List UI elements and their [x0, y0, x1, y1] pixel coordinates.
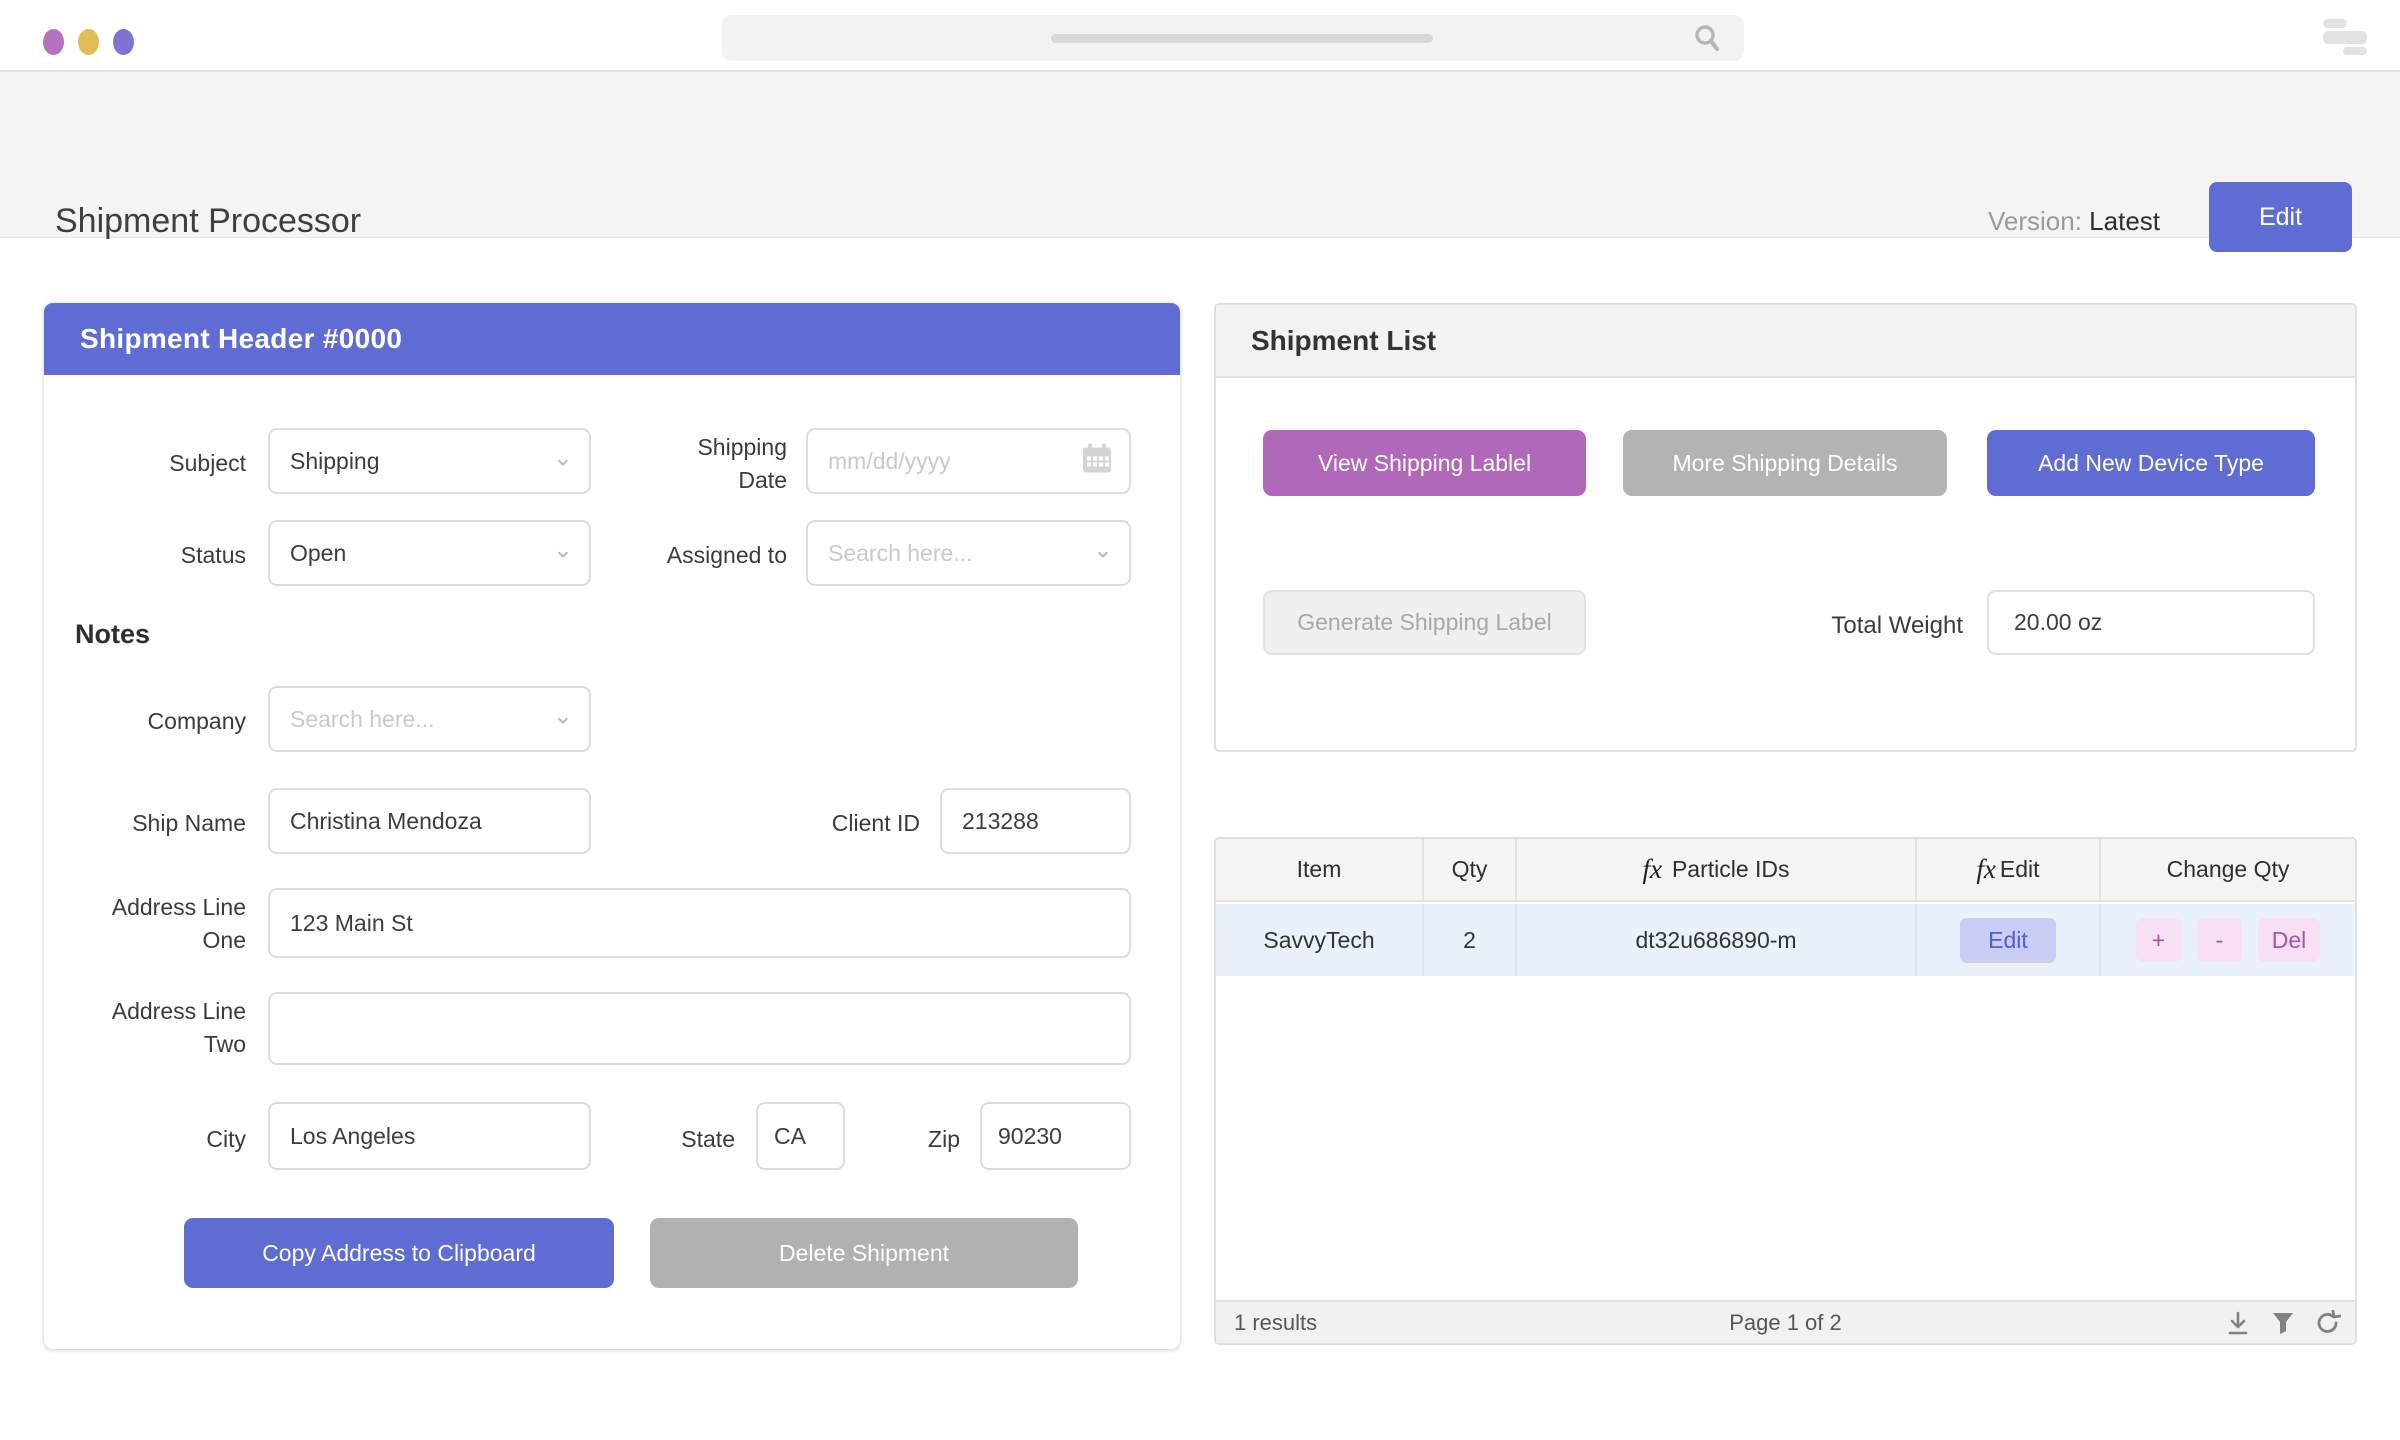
- status-label: Status: [181, 539, 246, 572]
- shipment-list-panel: Shipment List View Shipping Lablel More …: [1214, 303, 2357, 752]
- ship-name-label: Ship Name: [132, 807, 246, 840]
- calendar-icon[interactable]: [1079, 441, 1115, 482]
- subject-label: Subject: [169, 447, 246, 480]
- version-value: Latest: [2089, 206, 2160, 236]
- total-weight-label: Total Weight: [1831, 609, 1963, 644]
- shipping-date-label: Shipping Date: [697, 431, 787, 498]
- cell-particle-ids: dt32u686890-m: [1515, 904, 1915, 976]
- page-title: Shipment Processor: [55, 202, 361, 241]
- edit-button[interactable]: Edit: [2209, 182, 2352, 252]
- status-value: Open: [290, 540, 346, 567]
- column-header-item[interactable]: Item: [1216, 839, 1422, 900]
- shipment-header-card: Shipment Header #0000 Subject Shipping ⌄…: [44, 303, 1180, 1349]
- company-select[interactable]: Search here... ⌄: [268, 686, 591, 752]
- assigned-to-placeholder: Search here...: [828, 540, 972, 567]
- chevron-down-icon: ⌄: [553, 444, 573, 472]
- cell-qty: 2: [1422, 904, 1515, 976]
- shipping-date-field-wrap: [806, 428, 1131, 494]
- client-id-label: Client ID: [832, 807, 920, 840]
- table-row[interactable]: SavvyTech 2 dt32u686890-m Edit + - Del: [1216, 904, 2355, 976]
- window-dot-yellow[interactable]: [78, 29, 99, 55]
- zip-input[interactable]: [980, 1102, 1131, 1170]
- status-select[interactable]: Open ⌄: [268, 520, 591, 586]
- qty-decrement-button[interactable]: -: [2197, 918, 2242, 962]
- row-edit-button[interactable]: Edit: [1960, 918, 2056, 963]
- address-line-one-label: Address Line One: [112, 891, 246, 958]
- city-label: City: [206, 1123, 246, 1156]
- refresh-icon[interactable]: [2315, 1310, 2341, 1336]
- copy-address-button[interactable]: Copy Address to Clipboard: [184, 1218, 614, 1288]
- version-info: Version: Latest: [1988, 206, 2160, 237]
- window-dot-violet[interactable]: [113, 29, 134, 55]
- url-placeholder-dash: [1051, 34, 1433, 43]
- row-delete-button[interactable]: Del: [2258, 918, 2320, 962]
- add-new-device-type-button[interactable]: Add New Device Type: [1987, 430, 2315, 496]
- state-input[interactable]: [756, 1102, 845, 1170]
- shipment-header-card-title-bar: Shipment Header #0000: [44, 303, 1180, 375]
- notes-heading: Notes: [75, 619, 150, 650]
- filter-icon[interactable]: [2271, 1310, 2295, 1336]
- table-footer: 1 results Page 1 of 2: [1216, 1300, 2355, 1343]
- table-header-row: Item Qty fx Particle IDs fx Edit Change …: [1216, 839, 2355, 902]
- address-line-two-label: Address Line Two: [112, 995, 246, 1062]
- total-weight-input[interactable]: [1987, 590, 2315, 655]
- assigned-to-select[interactable]: Search here... ⌄: [806, 520, 1131, 586]
- client-id-input[interactable]: [940, 788, 1131, 854]
- cell-edit: Edit: [1915, 904, 2099, 976]
- fx-icon: fx: [1976, 854, 1996, 885]
- state-label: State: [681, 1123, 735, 1156]
- page: Shipment Processor Version: Latest Edit …: [0, 0, 2400, 1440]
- zip-label: Zip: [928, 1123, 960, 1156]
- cell-change-qty: + - Del: [2099, 904, 2355, 976]
- pagination-status: Page 1 of 2: [1216, 1310, 2355, 1336]
- generate-shipping-label-button[interactable]: Generate Shipping Label: [1263, 590, 1586, 655]
- shipment-list-title: Shipment List: [1251, 325, 1436, 357]
- subject-value: Shipping: [290, 448, 380, 475]
- app-header: Shipment Processor Version: Latest Edit: [0, 72, 2400, 238]
- subject-select[interactable]: Shipping ⌄: [268, 428, 591, 494]
- search-icon[interactable]: [1692, 23, 1722, 58]
- address-search-bar[interactable]: [722, 15, 1744, 61]
- chevron-down-icon: ⌄: [553, 536, 573, 564]
- address-line-one-input[interactable]: [268, 888, 1131, 958]
- window-dot-purple[interactable]: [43, 29, 64, 55]
- delete-shipment-button[interactable]: Delete Shipment: [650, 1218, 1078, 1288]
- fx-icon: fx: [1642, 854, 1662, 885]
- chevron-down-icon: ⌄: [553, 702, 573, 730]
- chevron-down-icon: ⌄: [1093, 536, 1113, 564]
- browser-toolbar: [0, 0, 2400, 72]
- cell-item: SavvyTech: [1216, 904, 1422, 976]
- address-line-two-input[interactable]: [268, 992, 1131, 1065]
- column-header-change-qty[interactable]: Change Qty: [2099, 839, 2355, 900]
- items-table-panel: Item Qty fx Particle IDs fx Edit Change …: [1214, 837, 2357, 1345]
- shipment-header-title: Shipment Header #0000: [80, 323, 402, 355]
- more-shipping-details-button[interactable]: More Shipping Details: [1623, 430, 1947, 496]
- view-shipping-label-button[interactable]: View Shipping Lablel: [1263, 430, 1586, 496]
- column-header-particle-ids[interactable]: fx Particle IDs: [1515, 839, 1915, 900]
- column-header-edit[interactable]: fx Edit: [1915, 839, 2099, 900]
- shipment-list-title-bar: Shipment List: [1216, 305, 2355, 378]
- qty-increment-button[interactable]: +: [2136, 918, 2181, 962]
- city-input[interactable]: [268, 1102, 591, 1170]
- download-icon[interactable]: [2225, 1310, 2251, 1336]
- ship-name-input[interactable]: [268, 788, 591, 854]
- company-placeholder: Search here...: [290, 706, 434, 733]
- version-label: Version:: [1988, 206, 2082, 236]
- assigned-to-label: Assigned to: [667, 539, 787, 572]
- company-label: Company: [148, 705, 246, 738]
- column-header-qty[interactable]: Qty: [1422, 839, 1515, 900]
- menu-icon[interactable]: [2323, 19, 2367, 55]
